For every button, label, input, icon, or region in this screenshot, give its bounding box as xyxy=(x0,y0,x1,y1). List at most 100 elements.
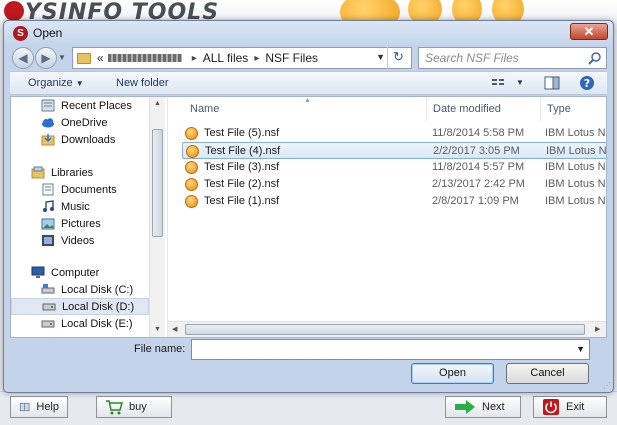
breadcrumb-separator-icon[interactable]: ▸ xyxy=(254,53,259,64)
system-drive-icon xyxy=(41,284,55,294)
file-row[interactable]: Test File (5).nsf 11/8/2014 5:58 PM IBM … xyxy=(182,125,606,142)
resize-grip-icon[interactable]: ⋰ xyxy=(603,381,611,390)
column-divider[interactable] xyxy=(540,97,541,121)
nav-item-local-disk-c[interactable]: Local Disk (C:) xyxy=(41,281,166,298)
organize-dropdown-icon: ▼ xyxy=(75,79,84,88)
close-button[interactable]: ✕ xyxy=(570,23,608,40)
file-list-hscrollbar[interactable]: ◀ ▶ xyxy=(168,321,606,337)
nav-item-computer[interactable]: Computer xyxy=(31,264,166,281)
cancel-button[interactable]: Cancel xyxy=(506,363,589,384)
file-name: Test File (4).nsf xyxy=(205,145,281,157)
file-row[interactable]: Test File (1).nsf 2/8/2017 1:09 PM IBM L… xyxy=(182,193,606,210)
forward-button[interactable]: ▶ xyxy=(35,47,57,69)
nav-item-pictures[interactable]: Pictures xyxy=(41,215,166,232)
file-name: Test File (3).nsf xyxy=(204,161,280,173)
folder-icon xyxy=(77,52,91,64)
nav-item-label: Music xyxy=(61,200,90,213)
scroll-down-icon[interactable]: ▼ xyxy=(154,326,161,333)
scrollbar-thumb[interactable] xyxy=(185,324,585,335)
file-row[interactable]: Test File (3).nsf 11/8/2014 5:57 PM IBM … xyxy=(182,159,606,176)
logo-mark-icon xyxy=(4,1,24,21)
file-date: 2/13/2017 2:42 PM xyxy=(432,178,525,190)
nav-item-documents[interactable]: Documents xyxy=(41,181,166,198)
nav-item-libraries[interactable]: Libraries xyxy=(31,164,166,181)
file-date: 2/2/2017 3:05 PM xyxy=(433,145,520,157)
nav-item-label: Libraries xyxy=(51,166,94,179)
search-placeholder: Search NSF Files xyxy=(425,51,519,65)
file-name: Test File (1).nsf xyxy=(204,195,280,207)
nsf-file-icon xyxy=(186,145,199,158)
breadcrumb-separator-icon[interactable]: ▸ xyxy=(192,53,197,64)
recent-places-icon xyxy=(41,99,55,112)
dialog-title: Open xyxy=(33,26,63,40)
redacted-path-segment xyxy=(107,54,182,62)
nav-pane-scrollbar[interactable]: ▲ ▼ xyxy=(149,97,165,337)
power-icon xyxy=(543,399,559,415)
nav-item-label: Recent Places xyxy=(61,99,132,112)
app-icon: S xyxy=(13,26,28,41)
exit-button[interactable]: Exit xyxy=(533,396,607,418)
nav-item-local-disk-e[interactable]: Local Disk (E:) xyxy=(41,315,166,332)
view-dropdown-icon[interactable]: ▼ xyxy=(516,78,524,87)
forward-arrow-icon: ▶ xyxy=(41,51,51,65)
nav-item-videos[interactable]: Videos xyxy=(41,232,166,249)
search-icon[interactable] xyxy=(588,51,602,65)
help-button[interactable]: Help xyxy=(10,396,68,418)
navigation-pane: Recent Places OneDrive Downloads Librari… xyxy=(11,97,166,337)
column-header-date[interactable]: Date modified xyxy=(433,97,538,121)
file-date: 11/8/2014 5:58 PM xyxy=(432,127,525,139)
nav-item-downloads[interactable]: Downloads xyxy=(41,131,166,148)
file-type: IBM Lotus N xyxy=(545,127,606,139)
breadcrumb-item-nsf-files[interactable]: NSF Files xyxy=(265,51,318,65)
breadcrumb-overflow[interactable]: « xyxy=(97,51,104,65)
nav-item-local-disk-d[interactable]: Local Disk (D:) xyxy=(11,298,149,315)
nav-item-label: Videos xyxy=(61,234,95,247)
nav-item-recent-places[interactable]: Recent Places xyxy=(41,97,166,114)
scroll-left-icon[interactable]: ◀ xyxy=(172,325,177,333)
view-options-icon[interactable] xyxy=(490,75,508,91)
videos-icon xyxy=(42,235,54,246)
scrollbar-thumb[interactable] xyxy=(152,129,163,237)
column-header-name[interactable]: Name xyxy=(190,97,410,121)
file-row-selected[interactable]: Test File (4).nsf 2/2/2017 3:05 PM IBM L… xyxy=(182,142,606,159)
computer-icon xyxy=(31,266,45,278)
scroll-up-icon[interactable]: ▲ xyxy=(154,100,161,107)
open-button[interactable]: Open xyxy=(411,363,494,384)
refresh-button[interactable]: ↻ xyxy=(387,47,409,69)
file-type: IBM Lotus N xyxy=(545,178,606,190)
nsf-file-icon xyxy=(185,195,198,208)
help-icon[interactable]: ? xyxy=(578,75,596,91)
drive-icon xyxy=(41,320,55,328)
new-folder-button[interactable]: New folder xyxy=(116,77,169,89)
column-header-type[interactable]: Type xyxy=(547,97,606,121)
address-dropdown-icon[interactable]: ▼ xyxy=(376,52,385,62)
nav-item-music[interactable]: Music xyxy=(41,198,166,215)
buy-label: buy xyxy=(129,401,147,413)
file-date: 2/8/2017 1:09 PM xyxy=(432,195,519,207)
file-row[interactable]: Test File (2).nsf 2/13/2017 2:42 PM IBM … xyxy=(182,176,606,193)
back-button[interactable]: ◀ xyxy=(12,47,34,69)
nav-item-onedrive[interactable]: OneDrive xyxy=(41,114,166,131)
dialog-titlebar[interactable]: S Open ✕ xyxy=(4,21,613,45)
buy-button[interactable]: buy xyxy=(96,396,172,418)
svg-text:?: ? xyxy=(584,77,590,90)
file-list-pane: Name ▲ Date modified Type Test File (5).… xyxy=(167,97,606,337)
organize-button[interactable]: Organize ▼ xyxy=(28,77,84,89)
scroll-right-icon[interactable]: ▶ xyxy=(595,325,600,333)
drive-icon xyxy=(42,303,56,311)
search-input[interactable]: Search NSF Files xyxy=(418,47,607,69)
column-divider[interactable] xyxy=(426,97,427,121)
file-name-field[interactable]: ▼ xyxy=(191,339,590,360)
file-name-dropdown-icon[interactable]: ▼ xyxy=(576,344,585,354)
nsf-file-icon xyxy=(185,127,198,140)
preview-pane-icon[interactable] xyxy=(543,75,561,91)
breadcrumb-item-all-files[interactable]: ALL files xyxy=(203,51,249,65)
next-button[interactable]: Next xyxy=(445,396,521,418)
recent-locations-dropdown[interactable]: ▼ xyxy=(58,53,66,62)
nsf-file-icon xyxy=(185,161,198,174)
address-bar[interactable]: « ▸ ALL files ▸ NSF Files ▼ xyxy=(72,47,412,69)
file-date: 11/8/2014 5:57 PM xyxy=(432,161,525,173)
next-arrow-icon xyxy=(455,400,475,414)
file-name: Test File (2).nsf xyxy=(204,178,280,190)
pictures-icon xyxy=(41,218,55,230)
